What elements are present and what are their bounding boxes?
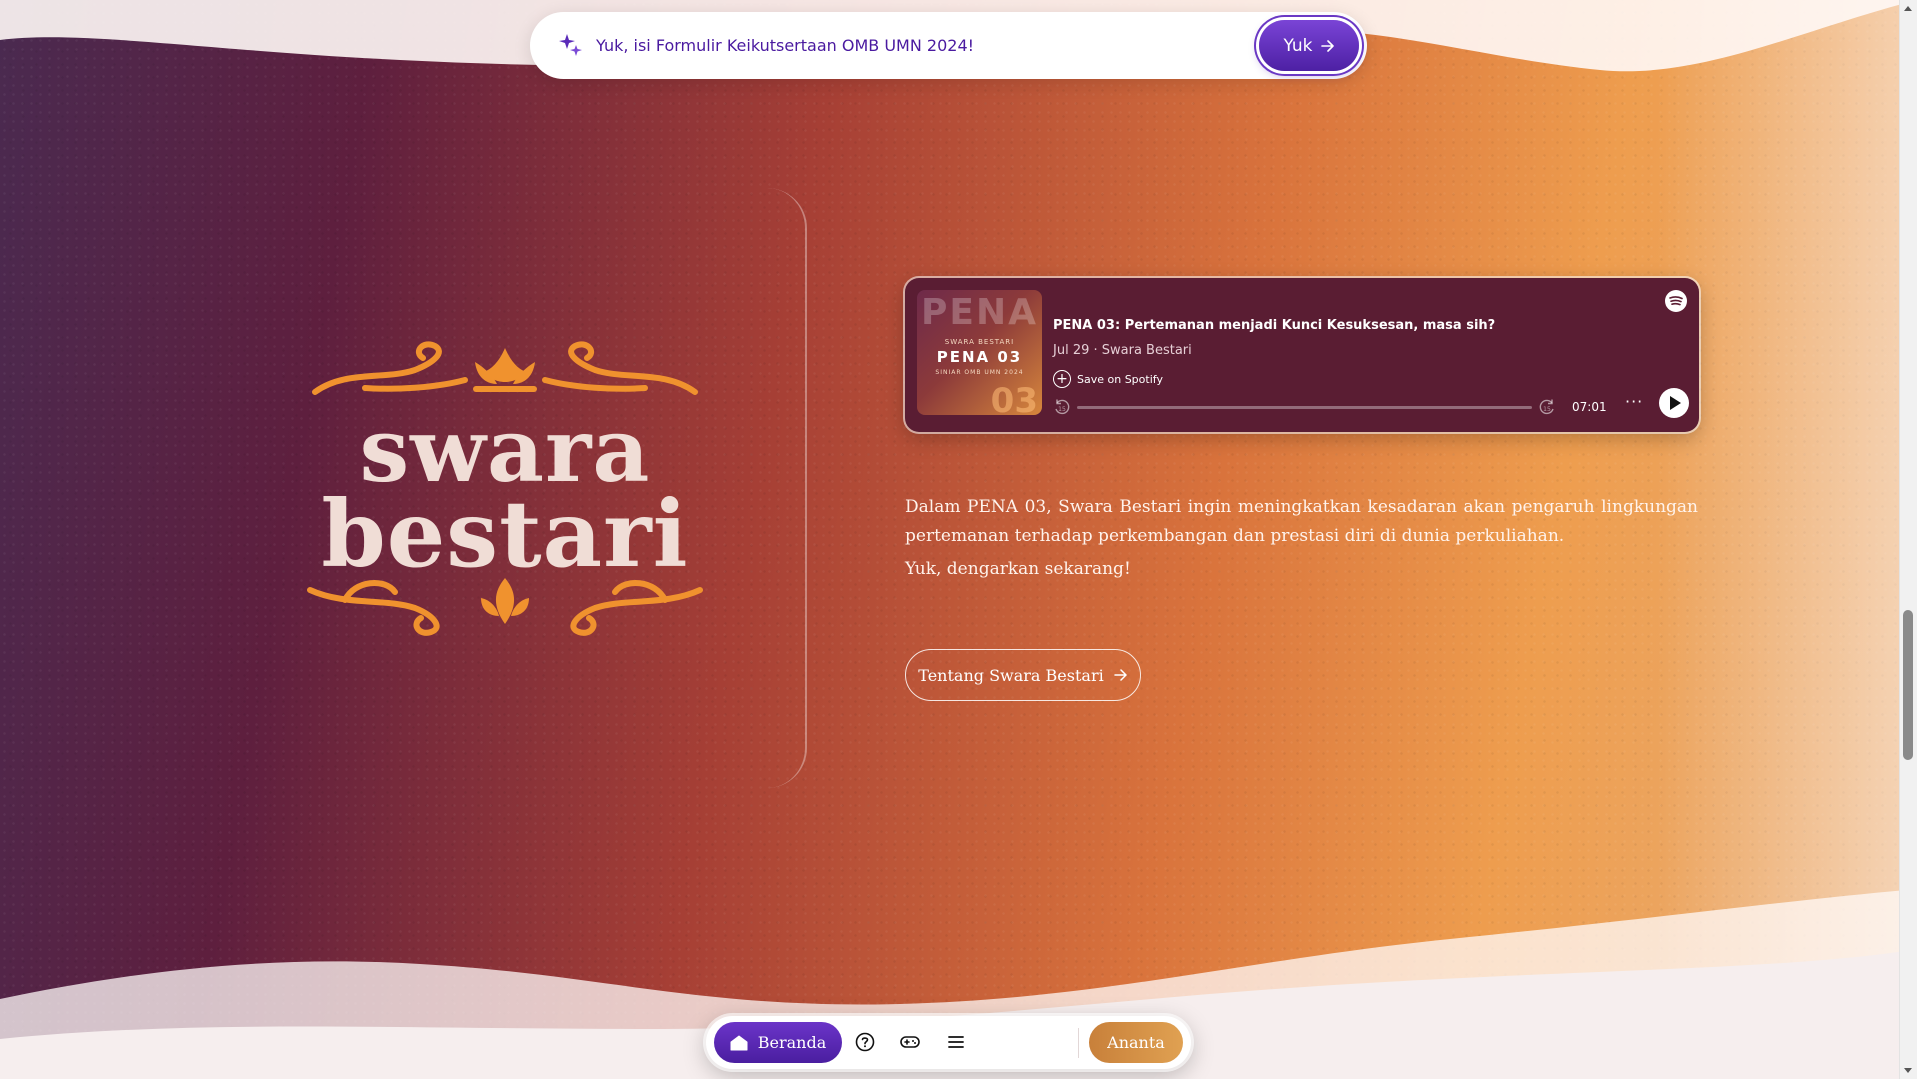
help-icon[interactable]	[854, 1031, 876, 1053]
save-on-spotify-label: Save on Spotify	[1077, 372, 1163, 386]
arrow-right-icon	[1320, 39, 1334, 52]
skip-back-15-icon[interactable]: 15	[1053, 398, 1071, 416]
svg-text:15: 15	[1543, 406, 1551, 413]
nav-home-button[interactable]: Beranda	[714, 1022, 842, 1063]
page: Yuk, isi Formulir Keikutsertaan OMB UMN …	[0, 0, 1917, 1079]
menu-icon[interactable]	[945, 1031, 967, 1053]
cover-subtitle: SINIAR OMB UMN 2024	[935, 369, 1024, 376]
svg-text:15: 15	[1058, 406, 1066, 413]
profile-label: Ananta	[1107, 1033, 1165, 1052]
more-options-button[interactable]: ···	[1625, 392, 1643, 411]
cover-number: 03	[990, 381, 1038, 415]
play-icon	[1670, 396, 1681, 410]
spotify-player: PENA SWARA BESTARI PENA 03 SINIAR OMB UM…	[905, 278, 1699, 432]
swara-bestari-logo: swara bestari	[305, 340, 705, 640]
yuk-button[interactable]: Yuk	[1259, 20, 1359, 71]
play-button[interactable]	[1659, 388, 1689, 418]
arrow-right-icon	[1113, 669, 1127, 681]
vertical-divider	[755, 188, 807, 788]
episode-title[interactable]: PENA 03: Pertemanan menjadi Kunci Kesuks…	[1053, 318, 1495, 333]
progress-bar[interactable]	[1077, 406, 1532, 409]
sparkle-icon	[559, 34, 582, 56]
scroll-down-arrow-icon[interactable]	[1904, 1068, 1912, 1073]
about-button-label: Tentang Swara Bestari	[918, 665, 1104, 685]
announcement-text: Yuk, isi Formulir Keikutsertaan OMB UMN …	[596, 36, 975, 55]
nav-separator	[1078, 1028, 1079, 1058]
episode-description: Dalam PENA 03, Swara Bestari ingin menin…	[905, 497, 1698, 546]
about-swara-bestari-button[interactable]: Tentang Swara Bestari	[905, 649, 1141, 701]
spotify-icon[interactable]	[1665, 290, 1687, 312]
bottom-navigation: Beranda Ananta	[706, 1016, 1191, 1069]
save-on-spotify-button[interactable]: + Save on Spotify	[1053, 370, 1163, 388]
announcement-bar: Yuk, isi Formulir Keikutsertaan OMB UMN …	[530, 12, 1367, 79]
profile-button[interactable]: Ananta	[1089, 1022, 1183, 1063]
cover-brand: SWARA BESTARI	[944, 338, 1015, 346]
episode-meta: Jul 29 · Swara Bestari	[1053, 343, 1192, 358]
listen-now-text: Yuk, dengarkan sekarang!	[905, 559, 1131, 579]
episode-duration: 07:01	[1572, 400, 1607, 414]
ornament-bottom	[307, 578, 703, 636]
plus-circle-icon: +	[1053, 370, 1071, 388]
nav-home-label: Beranda	[757, 1033, 827, 1052]
episode-cover[interactable]: PENA SWARA BESTARI PENA 03 SINIAR OMB UM…	[917, 290, 1042, 415]
skip-forward-15-icon[interactable]: 15	[1538, 398, 1556, 416]
cover-title: PENA 03	[936, 348, 1023, 366]
cover-watermark: PENA	[921, 292, 1038, 333]
yuk-button-label: Yuk	[1283, 35, 1313, 56]
scroll-thumb[interactable]	[1903, 610, 1913, 760]
gamepad-icon[interactable]	[899, 1031, 921, 1053]
scroll-up-arrow-icon[interactable]	[1904, 6, 1912, 11]
vertical-scrollbar[interactable]	[1899, 0, 1917, 1079]
home-icon	[730, 1035, 748, 1050]
